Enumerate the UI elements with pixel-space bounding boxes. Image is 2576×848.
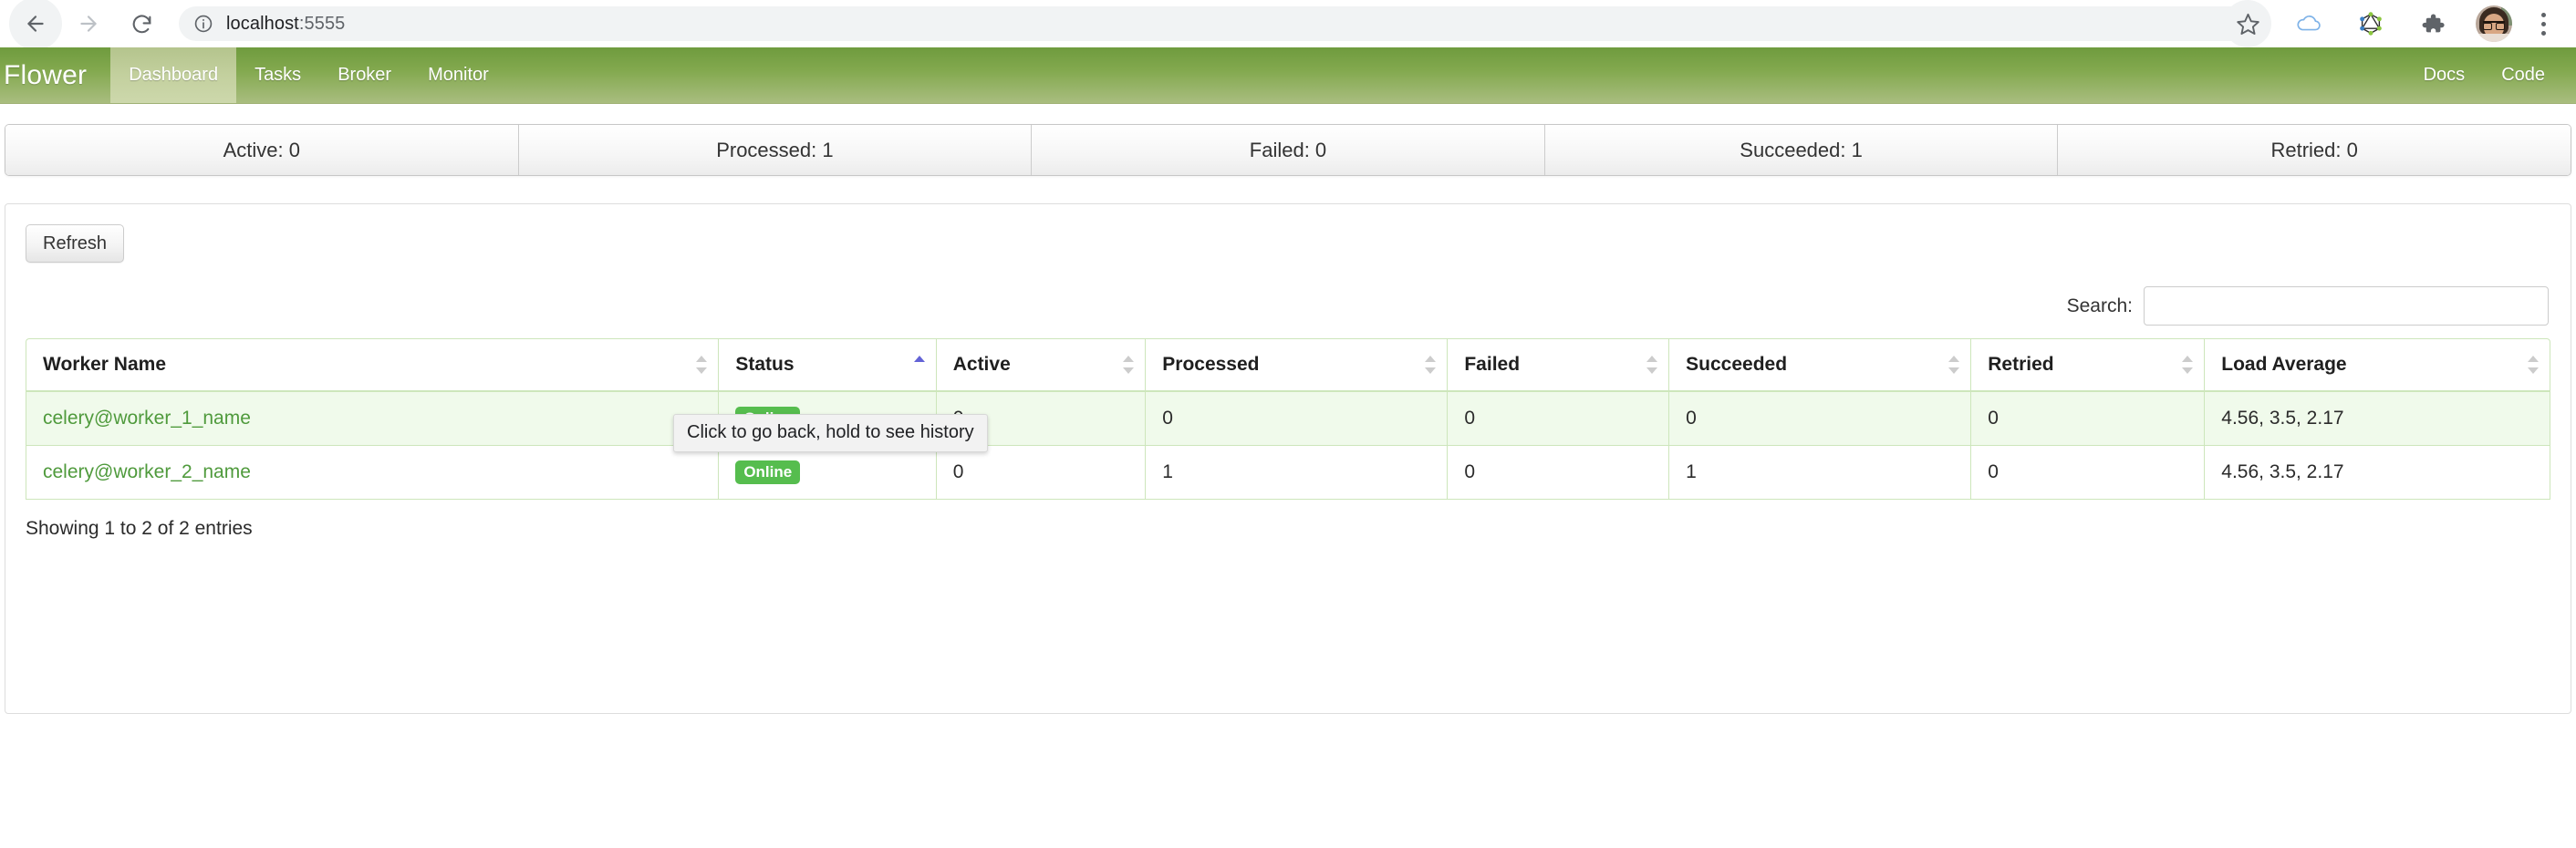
site-info-icon[interactable] — [193, 14, 213, 34]
url-text: localhost:5555 — [226, 13, 346, 34]
col-succeeded[interactable]: Succeeded — [1668, 338, 1971, 392]
cell-failed: 0 — [1447, 446, 1669, 500]
sort-indicator — [2182, 355, 2194, 375]
col-active[interactable]: Active — [935, 338, 1146, 392]
sort-indicator — [2528, 355, 2539, 375]
profile-avatar[interactable] — [2476, 5, 2512, 42]
cell-processed: 0 — [1145, 392, 1448, 446]
cell-load-average: 4.56, 3.5, 2.17 — [2204, 446, 2550, 500]
back-button-tooltip: Click to go back, hold to see history — [673, 414, 988, 452]
nav-item-code[interactable]: Code — [2483, 47, 2563, 103]
col-succeeded-label: Succeeded — [1686, 354, 1788, 375]
cell-succeeded: 0 — [1668, 392, 1971, 446]
worker-link[interactable]: celery@worker_2_name — [43, 461, 251, 482]
workers-panel: Refresh Search: Worker Name Status Activ — [5, 203, 2571, 714]
col-active-label: Active — [952, 354, 1011, 375]
col-processed-label: Processed — [1162, 354, 1260, 375]
cell-load-average: 4.56, 3.5, 2.17 — [2204, 392, 2550, 446]
cell-active: 0 — [935, 446, 1146, 500]
stats-button-group: Active: 0 Processed: 1 Failed: 0 Succeed… — [5, 124, 2571, 176]
nav-item-monitor[interactable]: Monitor — [410, 47, 507, 103]
back-arrow-icon — [27, 16, 44, 32]
sort-indicator — [1425, 355, 1437, 375]
chrome-menu-button[interactable] — [2527, 0, 2560, 47]
table-info: Showing 1 to 2 of 2 entries — [26, 518, 253, 539]
col-failed-label: Failed — [1464, 354, 1521, 375]
sort-indicator — [696, 355, 708, 375]
primary-nav: Dashboard Tasks Broker Monitor — [110, 47, 507, 103]
cloud-icon — [2297, 16, 2321, 31]
col-failed[interactable]: Failed — [1447, 338, 1669, 392]
col-load-average[interactable]: Load Average — [2204, 338, 2550, 392]
search-input[interactable] — [2144, 286, 2549, 326]
cell-worker-name: celery@worker_1_name — [26, 392, 719, 446]
app-navbar: Flower Dashboard Tasks Broker Monitor Do… — [0, 47, 2576, 104]
cell-worker-name: celery@worker_2_name — [26, 446, 719, 500]
stat-processed[interactable]: Processed: 1 — [518, 125, 1033, 175]
cloud-sync-button[interactable] — [2284, 0, 2333, 47]
table-header-row: Worker Name Status Active Processed Fail… — [26, 338, 2550, 392]
extensions-button[interactable] — [2408, 0, 2457, 47]
stat-retried[interactable]: Retried: 0 — [2058, 125, 2571, 175]
secondary-nav: Docs Code — [2405, 47, 2576, 103]
graphql-icon — [2360, 12, 2382, 36]
col-processed[interactable]: Processed — [1145, 338, 1448, 392]
back-button[interactable] — [9, 0, 62, 50]
cell-succeeded: 1 — [1668, 446, 1971, 500]
stat-failed[interactable]: Failed: 0 — [1032, 125, 1545, 175]
nav-item-tasks[interactable]: Tasks — [236, 47, 319, 103]
sort-indicator-active — [913, 355, 925, 375]
nav-item-docs[interactable]: Docs — [2405, 47, 2484, 103]
reload-icon — [132, 15, 151, 33]
sort-indicator — [1948, 355, 1960, 375]
sort-indicator — [1123, 355, 1135, 375]
col-retried-label: Retried — [1988, 354, 2054, 375]
star-icon — [2236, 13, 2259, 35]
address-bar[interactable]: localhost:5555 — [179, 6, 2260, 41]
refresh-button[interactable]: Refresh — [26, 224, 125, 263]
nav-item-broker[interactable]: Broker — [319, 47, 410, 103]
table-toolbar: Search: — [26, 286, 2550, 326]
col-worker-name-label: Worker Name — [43, 354, 167, 375]
col-status[interactable]: Status — [718, 338, 936, 392]
col-worker-name[interactable]: Worker Name — [26, 338, 719, 392]
worker-link[interactable]: celery@worker_1_name — [43, 408, 251, 429]
col-load-average-label: Load Average — [2221, 354, 2347, 375]
sort-indicator — [1646, 355, 1658, 375]
table-row[interactable]: celery@worker_1_name Online 0 0 0 0 0 4.… — [26, 392, 2550, 446]
brand-logo[interactable]: Flower — [0, 47, 110, 103]
status-badge: Online — [735, 460, 801, 484]
bookmark-button[interactable] — [2224, 0, 2271, 47]
stat-succeeded[interactable]: Succeeded: 1 — [1544, 125, 2059, 175]
cell-failed: 0 — [1447, 392, 1669, 446]
browser-toolbar: localhost:5555 — [0, 0, 2576, 50]
stat-active[interactable]: Active: 0 — [5, 125, 519, 175]
cell-retried: 0 — [1970, 392, 2205, 446]
col-retried[interactable]: Retried — [1970, 338, 2205, 392]
forward-button[interactable] — [62, 0, 115, 50]
graphql-devtools-button[interactable] — [2346, 0, 2395, 47]
table-row[interactable]: celery@worker_2_name Online 0 1 0 1 0 4.… — [26, 446, 2550, 500]
cell-status: Online — [718, 446, 936, 500]
forward-arrow-icon — [80, 16, 97, 32]
reload-button[interactable] — [115, 0, 168, 50]
workers-table: Worker Name Status Active Processed Fail… — [26, 338, 2550, 500]
cell-processed: 1 — [1145, 446, 1448, 500]
search-label: Search: — [2066, 295, 2133, 316]
nav-item-dashboard[interactable]: Dashboard — [110, 47, 237, 103]
stats-section: Active: 0 Processed: 1 Failed: 0 Succeed… — [0, 104, 2576, 176]
cell-retried: 0 — [1970, 446, 2205, 500]
puzzle-icon — [2422, 14, 2445, 33]
col-status-label: Status — [735, 354, 795, 375]
